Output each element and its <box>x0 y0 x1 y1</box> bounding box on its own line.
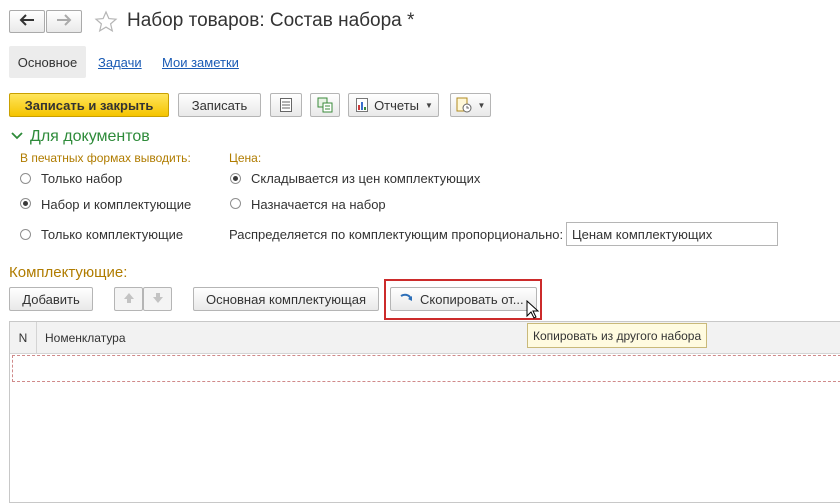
radio-price-sum[interactable] <box>230 173 241 184</box>
reports-menu-button[interactable]: Отчеты ▼ <box>348 93 439 117</box>
radio-only-components-label: Только комплектующие <box>41 227 184 242</box>
list-button[interactable] <box>270 93 302 117</box>
copy-arrow-icon <box>398 291 414 307</box>
forward-button[interactable] <box>46 10 82 33</box>
add-button[interactable]: Добавить <box>9 287 93 311</box>
radio-price-assigned-label: Назначается на набор <box>251 197 386 212</box>
mouse-cursor-icon <box>526 299 540 323</box>
radio-only-set[interactable] <box>20 173 31 184</box>
move-down-button[interactable] <box>143 287 172 311</box>
column-header-nomenclature[interactable]: Номенклатура <box>45 322 126 353</box>
list-icon <box>278 97 294 113</box>
print-menu-button[interactable]: ▼ <box>450 93 491 117</box>
radio-set-and-components[interactable] <box>20 198 31 209</box>
components-title: Комплектующие: <box>9 264 128 281</box>
arrow-down-icon <box>152 292 164 307</box>
structure-button[interactable] <box>310 93 340 117</box>
report-icon <box>354 97 370 113</box>
chevron-down-icon: ▼ <box>477 100 486 110</box>
radio-set-and-components-label: Набор и комплектующие <box>41 197 192 212</box>
move-up-button[interactable] <box>114 287 143 311</box>
arrow-left-icon <box>19 14 35 29</box>
document-clock-icon <box>456 97 472 113</box>
tab-main[interactable]: Основное <box>9 46 86 78</box>
arrow-up-icon <box>123 292 135 307</box>
main-component-button[interactable]: Основная комплектующая <box>193 287 379 311</box>
price-label: Цена: <box>229 151 262 165</box>
copy-from-button[interactable]: Скопировать от... <box>390 287 537 311</box>
radio-price-sum-label: Складывается из цен комплектующих <box>251 171 481 186</box>
tab-notes[interactable]: Мои заметки <box>162 46 239 78</box>
page-title: Набор товаров: Состав набора * <box>127 10 415 31</box>
table-header <box>10 322 840 354</box>
star-icon[interactable] <box>94 10 118 37</box>
save-and-close-button[interactable]: Записать и закрыть <box>9 93 169 117</box>
distribute-label: Распределяется по комплектующим пропорци… <box>229 227 564 242</box>
print-forms-label: В печатных формах выводить: <box>20 151 191 165</box>
section-title[interactable]: Для документов <box>30 128 150 146</box>
distribute-field[interactable]: Ценам комплектующих <box>566 222 778 246</box>
document-structure-icon <box>317 97 333 113</box>
radio-only-components[interactable] <box>20 229 31 240</box>
tooltip: Копировать из другого набора <box>527 323 708 348</box>
table-row[interactable] <box>12 355 840 382</box>
tab-tasks[interactable]: Задачи <box>98 46 142 78</box>
save-button[interactable]: Записать <box>178 93 261 117</box>
column-header-number[interactable]: N <box>10 322 37 353</box>
arrow-right-icon <box>56 14 72 29</box>
radio-price-assigned[interactable] <box>230 198 241 209</box>
back-button[interactable] <box>9 10 45 33</box>
radio-only-set-label: Только набор <box>41 171 123 186</box>
components-table[interactable]: N Номенклатура <box>9 321 840 503</box>
chevron-down-icon: ▼ <box>425 100 433 110</box>
collapse-chevron-icon[interactable] <box>11 129 23 144</box>
